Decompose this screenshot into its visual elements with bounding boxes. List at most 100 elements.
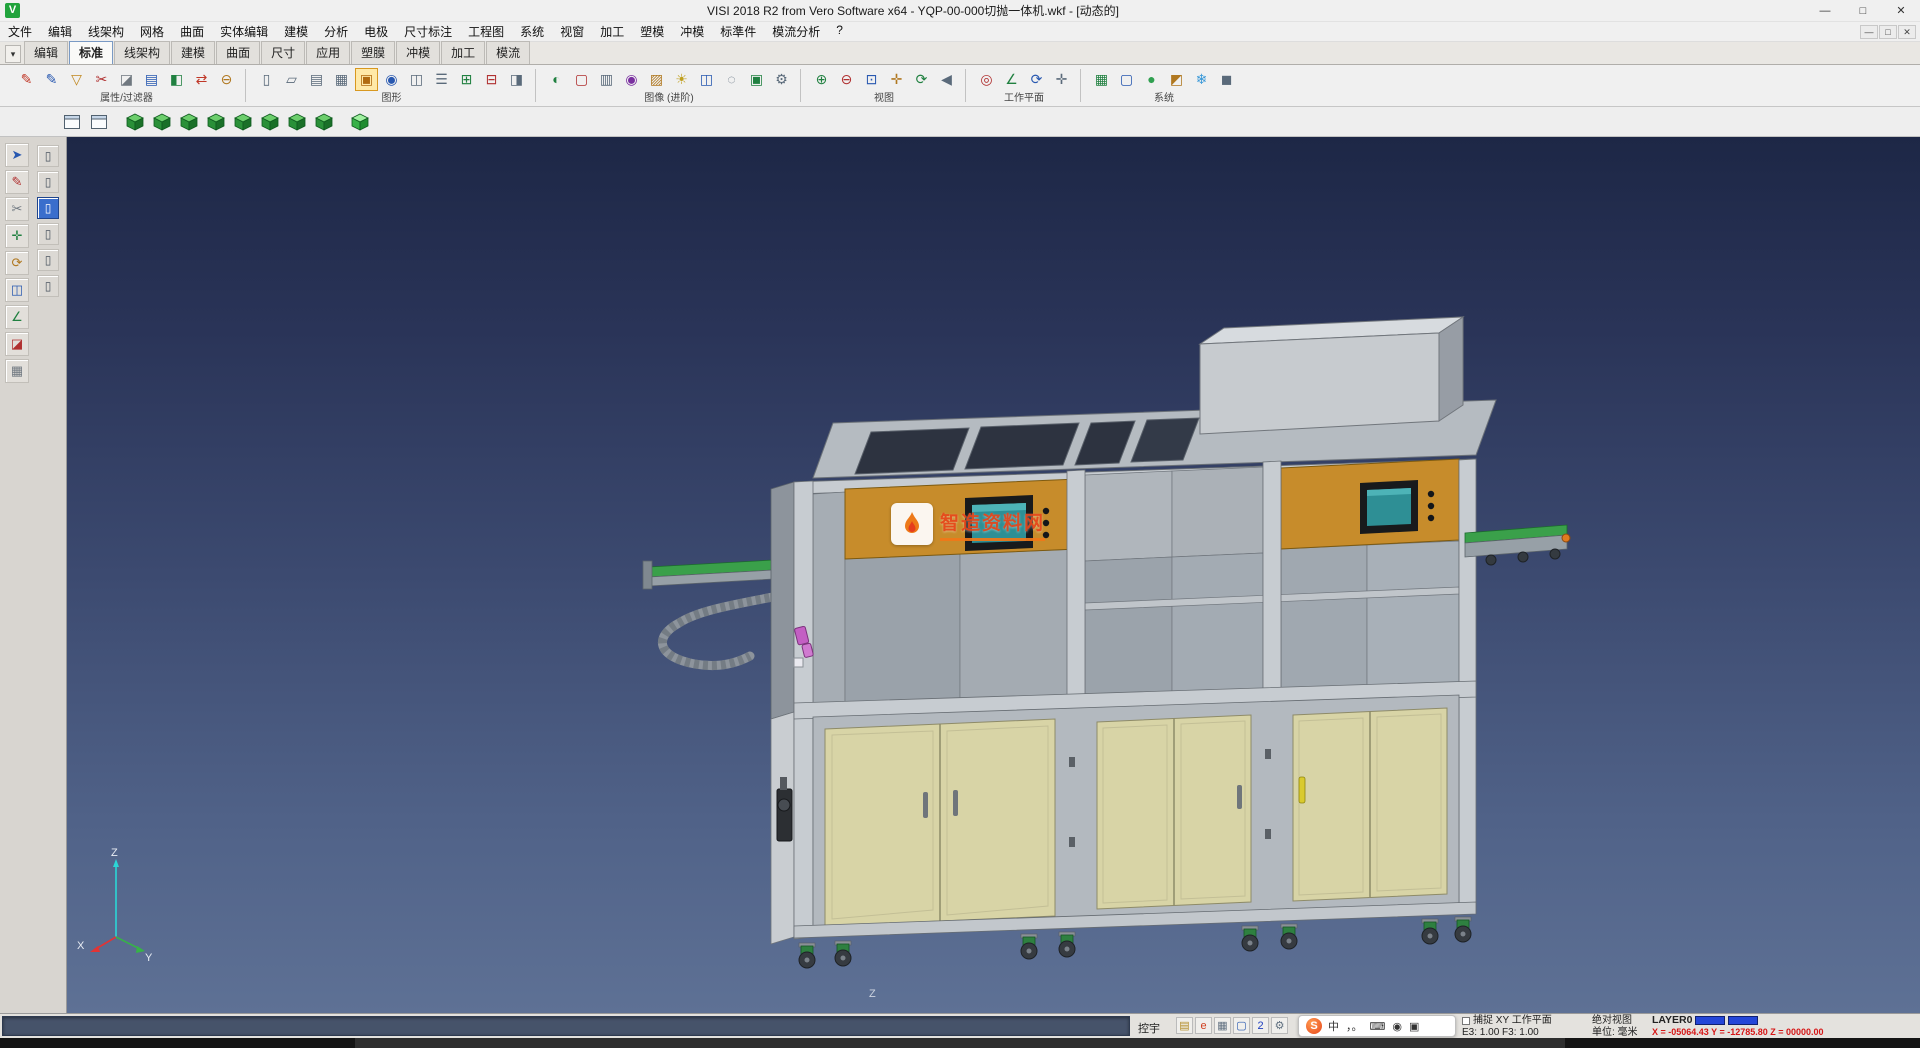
menu-item-13[interactable]: 视窗: [552, 23, 592, 40]
layer-label[interactable]: LAYER0: [1652, 1015, 1692, 1026]
menu-item-3[interactable]: 线架构: [80, 23, 132, 40]
tab-dropdown-icon[interactable]: ▾: [5, 45, 21, 63]
page-add-icon[interactable]: ⊞: [455, 68, 478, 91]
sidebar-doc-3-icon[interactable]: ▯: [37, 197, 59, 219]
view-mode-label[interactable]: 绝对视图: [1592, 1015, 1654, 1026]
tab-7[interactable]: 应用: [306, 41, 350, 64]
windows-taskbar[interactable]: [0, 1038, 1920, 1048]
previous-view-icon[interactable]: ◀: [935, 68, 958, 91]
tab-1[interactable]: 编辑: [24, 41, 68, 64]
menu-item-4[interactable]: 网格: [132, 23, 172, 40]
zoom-out-icon[interactable]: ⊖: [835, 68, 858, 91]
sidebar-measure-icon[interactable]: ∠: [5, 305, 29, 329]
display-settings-icon[interactable]: ▢: [1115, 68, 1138, 91]
right-view-icon[interactable]: [204, 110, 228, 134]
refresh-view-icon[interactable]: ⟳: [910, 68, 933, 91]
shaded-view-icon[interactable]: ◐: [545, 68, 568, 91]
capture-image-icon[interactable]: ▣: [745, 68, 768, 91]
sidebar-mirror-icon[interactable]: ◫: [5, 278, 29, 302]
section-view-icon[interactable]: ◫: [695, 68, 718, 91]
left-view-icon[interactable]: [231, 110, 255, 134]
page-list-icon[interactable]: ▤: [305, 68, 328, 91]
sidebar-doc-4-icon[interactable]: ▯: [37, 223, 59, 245]
active-page-icon[interactable]: ▣: [355, 68, 378, 91]
menu-item-18[interactable]: 模流分析: [764, 23, 828, 40]
iso-view-icon[interactable]: [123, 110, 147, 134]
menu-item-16[interactable]: 冲模: [672, 23, 712, 40]
menu-item-15[interactable]: 塑模: [632, 23, 672, 40]
open-drawing-icon[interactable]: ▱: [280, 68, 303, 91]
ime-lang-icon[interactable]: 中: [1328, 1018, 1339, 1034]
top-view-icon[interactable]: [150, 110, 174, 134]
mdi-minimize-button[interactable]: —: [1860, 25, 1878, 39]
axonometric-view-icon[interactable]: [312, 110, 336, 134]
render-icon[interactable]: ◉: [620, 68, 643, 91]
menu-item-19[interactable]: ?: [828, 23, 851, 40]
multi-view-icon[interactable]: [87, 110, 111, 134]
sidebar-doc-1-icon[interactable]: ▯: [37, 145, 59, 167]
edit-attributes-icon[interactable]: ✎: [15, 68, 38, 91]
close-button[interactable]: ✕: [1882, 0, 1920, 21]
ime-toolbox-icon[interactable]: ▣: [1409, 1020, 1419, 1033]
material-sphere-icon[interactable]: ●: [1140, 68, 1163, 91]
front-view-icon[interactable]: [177, 110, 201, 134]
tab-4[interactable]: 建模: [171, 41, 215, 64]
snapshot-icon[interactable]: ❄: [1190, 68, 1213, 91]
ime-punct-icon[interactable]: ，。: [1346, 1018, 1363, 1034]
workplane-rotate-icon[interactable]: ⟳: [1025, 68, 1048, 91]
sidebar-delete-icon[interactable]: ◪: [5, 332, 29, 356]
page-stack-icon[interactable]: ☰: [430, 68, 453, 91]
mdi-close-button[interactable]: ✕: [1898, 25, 1916, 39]
menu-item-11[interactable]: 工程图: [460, 23, 512, 40]
workplane-xy-icon[interactable]: ◎: [975, 68, 998, 91]
pan-icon[interactable]: ✛: [885, 68, 908, 91]
notes-icon[interactable]: ▤: [1176, 1017, 1193, 1034]
menu-item-8[interactable]: 分析: [316, 23, 356, 40]
sidebar-trim-icon[interactable]: ✂: [5, 197, 29, 221]
menu-item-10[interactable]: 尺寸标注: [396, 23, 460, 40]
maximize-button[interactable]: □: [1844, 0, 1882, 21]
menu-item-6[interactable]: 实体编辑: [212, 23, 276, 40]
ime-logo-icon[interactable]: S: [1306, 1018, 1322, 1034]
tab-2[interactable]: 标准: [69, 41, 113, 64]
page-remove-icon[interactable]: ⊟: [480, 68, 503, 91]
new-drawing-icon[interactable]: ▯: [255, 68, 278, 91]
browser-icon[interactable]: e: [1195, 1017, 1212, 1034]
tab-6[interactable]: 尺寸: [261, 41, 305, 64]
tab-5[interactable]: 曲面: [216, 41, 260, 64]
bottom-view-icon[interactable]: [285, 110, 309, 134]
page-copy-icon[interactable]: ◫: [405, 68, 428, 91]
zoom-in-icon[interactable]: ⊕: [810, 68, 833, 91]
transparency-icon[interactable]: ◌: [720, 68, 743, 91]
palette-icon[interactable]: ◩: [1165, 68, 1188, 91]
color-grid-icon[interactable]: ▦: [1090, 68, 1113, 91]
menu-item-7[interactable]: 建模: [276, 23, 316, 40]
menu-item-5[interactable]: 曲面: [172, 23, 212, 40]
back-view-icon[interactable]: [258, 110, 282, 134]
dynamic-view-icon[interactable]: [348, 110, 372, 134]
hidden-line-icon[interactable]: ▥: [595, 68, 618, 91]
menu-item-2[interactable]: 编辑: [40, 23, 80, 40]
snap-plane-checkbox[interactable]: [1462, 1017, 1470, 1025]
zoom-window-icon[interactable]: ⊡: [860, 68, 883, 91]
layer-color-swatch-2[interactable]: [1728, 1016, 1758, 1025]
filter-icon[interactable]: ▽: [65, 68, 88, 91]
workplane-origin-icon[interactable]: ✛: [1050, 68, 1073, 91]
swap-icon[interactable]: ⇄: [190, 68, 213, 91]
mdi-restore-button[interactable]: □: [1879, 25, 1897, 39]
purge-icon[interactable]: ⊖: [215, 68, 238, 91]
snap-toggle-label[interactable]: 控宇: [1138, 1020, 1160, 1036]
sidebar-doc-2-icon[interactable]: ▯: [37, 171, 59, 193]
menu-item-1[interactable]: 文件: [0, 23, 40, 40]
workplane-align-icon[interactable]: ∠: [1000, 68, 1023, 91]
cut-entities-icon[interactable]: ✂: [90, 68, 113, 91]
sidebar-rotate-icon[interactable]: ⟳: [5, 251, 29, 275]
command-prompt-field[interactable]: [2, 1016, 1130, 1036]
lighting-icon[interactable]: ☀: [670, 68, 693, 91]
print-icon[interactable]: ▦: [1214, 1017, 1231, 1034]
menu-item-12[interactable]: 系统: [512, 23, 552, 40]
tab-8[interactable]: 塑膜: [351, 41, 395, 64]
sidebar-sketch-icon[interactable]: ✎: [5, 170, 29, 194]
wireframe-view-icon[interactable]: ▢: [570, 68, 593, 91]
ime-keyboard-icon[interactable]: ⌨: [1370, 1020, 1386, 1033]
